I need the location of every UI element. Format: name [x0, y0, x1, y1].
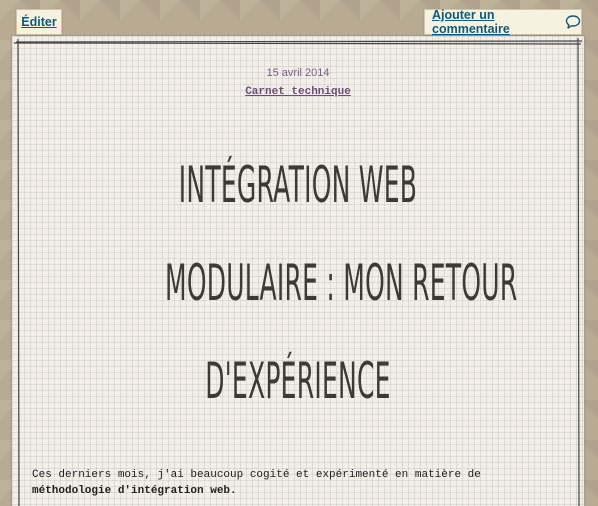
intro-bold-text: méthodologie d'intégration web	[32, 485, 231, 497]
title-line: INTÉGRATION WEB	[178, 156, 418, 214]
intro-end-text: .	[230, 485, 237, 497]
add-comment-label: Ajouter un commentaire	[432, 8, 510, 36]
post-date: 15 avril 2014	[266, 67, 330, 79]
notebook-paper: 15 avril 2014 Carnet technique INTÉGRATI…	[12, 36, 584, 506]
speech-bubble-icon	[565, 14, 581, 30]
intro-text: Ces derniers mois, j'ai beaucoup cogité …	[32, 469, 481, 481]
title-line: MODULAIRE : MON RETOUR	[165, 254, 518, 312]
edit-button[interactable]: Éditer	[16, 9, 62, 35]
post-title: INTÉGRATION WEB MODULAIRE : MON RETOUR D…	[165, 136, 518, 430]
title-line: D'EXPÉRIENCE	[205, 352, 391, 410]
intro-paragraph: Ces derniers mois, j'ai beaucoup cogité …	[32, 467, 560, 499]
edit-label: Éditer	[21, 15, 57, 29]
category-link[interactable]: Carnet technique	[12, 86, 584, 98]
add-comment-button[interactable]: Ajouter un commentaire	[424, 8, 582, 36]
